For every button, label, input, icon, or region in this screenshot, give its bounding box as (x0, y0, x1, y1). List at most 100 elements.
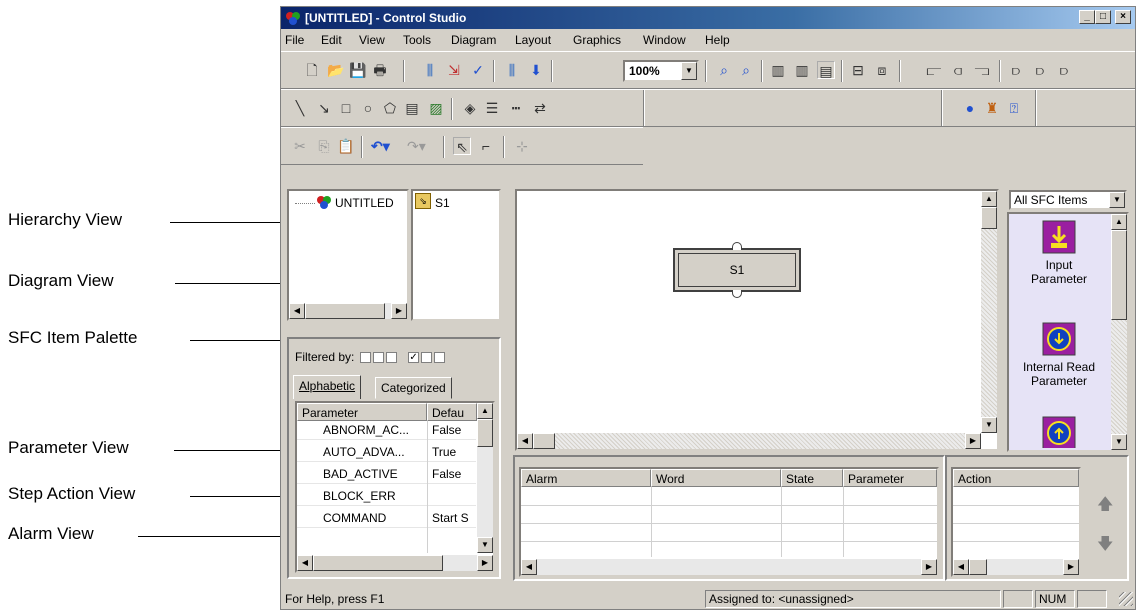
tree-item-s1[interactable]: S1 (435, 196, 450, 210)
horizontal-scrollbar[interactable]: ◀ ▶ (289, 303, 407, 319)
vertical-scrollbar[interactable]: ▲ ▼ (477, 403, 493, 553)
tab-categorized[interactable]: Categorized (375, 377, 452, 399)
column-header-parameter[interactable]: Parameter (297, 403, 427, 421)
upload-icon[interactable]: ⫼ (503, 61, 521, 79)
scroll-thumb[interactable] (305, 303, 385, 319)
menu-file[interactable]: File (285, 33, 304, 47)
menu-edit[interactable]: Edit (321, 33, 342, 47)
ellipse-icon[interactable]: ○ (359, 99, 377, 117)
download-icon[interactable]: ⇲ (445, 61, 463, 79)
scroll-right-icon[interactable]: ▶ (391, 303, 407, 319)
new-icon[interactable]: 🗋 (303, 61, 321, 79)
resize-grip-icon[interactable] (1119, 592, 1133, 606)
vertical-scrollbar[interactable]: ▲ ▼ (981, 191, 997, 433)
scroll-thumb[interactable] (981, 207, 997, 229)
table-row[interactable]: BLOCK_ERR (297, 487, 427, 506)
arrow-style-icon[interactable]: ⇄ (531, 99, 549, 117)
filter-checkbox[interactable] (434, 352, 446, 364)
save-icon[interactable]: 💾 (349, 61, 367, 79)
filter-checkbox[interactable] (372, 352, 384, 364)
table-cell[interactable]: False (428, 421, 476, 440)
open-icon[interactable]: 📂 (327, 61, 345, 79)
text-box-icon[interactable]: ▤ (403, 99, 421, 117)
scroll-up-icon[interactable]: ▲ (981, 191, 997, 207)
image-icon[interactable]: ▨ (427, 99, 445, 117)
palette-filter-select[interactable]: All SFC Items ▼ (1009, 190, 1127, 210)
table-row[interactable]: BAD_ACTIVE (297, 465, 427, 484)
panel-both-icon[interactable]: ▤ (817, 61, 835, 79)
table-cell[interactable]: True (428, 443, 476, 462)
align-top-icon[interactable]: ⫐ (1007, 61, 1025, 79)
scroll-thumb[interactable] (1111, 230, 1127, 320)
whats-this-icon[interactable]: ♜ (983, 99, 1001, 117)
zoom-in-icon[interactable]: ⌕ (737, 61, 755, 79)
chevron-down-icon[interactable]: ▼ (681, 62, 697, 80)
line-style-icon[interactable]: ┅ (507, 99, 525, 117)
cut-icon[interactable]: ✂ (291, 137, 309, 155)
column-header-action[interactable]: Action (953, 469, 1079, 487)
undo-icon[interactable]: ↶▾ (371, 137, 390, 155)
vertical-scrollbar[interactable]: ▲ ▼ (1111, 214, 1127, 450)
menu-graphics[interactable]: Graphics (573, 33, 621, 47)
down-arrow-icon[interactable]: ⬇ (527, 61, 545, 79)
horizontal-scrollbar[interactable]: ◀ ▶ (297, 555, 493, 571)
filter-checkbox[interactable] (421, 352, 433, 364)
line-icon[interactable]: ╲ (291, 99, 309, 117)
scroll-left-icon[interactable]: ◀ (521, 559, 537, 575)
align-bottom-icon[interactable]: ⫐ (1055, 61, 1073, 79)
scroll-down-icon[interactable]: ▼ (477, 537, 493, 553)
menu-layout[interactable]: Layout (515, 33, 551, 47)
palette-item-input-parameter[interactable]: Input Parameter (1009, 218, 1109, 308)
menu-view[interactable]: View (359, 33, 385, 47)
scroll-down-icon[interactable]: ▼ (1111, 434, 1127, 450)
help-icon[interactable]: ● (961, 99, 979, 117)
menu-help[interactable]: Help (705, 33, 730, 47)
zoom-out-icon[interactable]: ⌕ (715, 61, 733, 79)
column-header-state[interactable]: State (781, 469, 843, 487)
arrow-line-icon[interactable]: ↘ (315, 99, 333, 117)
menu-window[interactable]: Window (643, 33, 686, 47)
paste-icon[interactable]: 📋 (337, 137, 355, 155)
layout-icon[interactable]: ⊟ (849, 61, 867, 79)
polygon-icon[interactable]: ⬠ (381, 99, 399, 117)
horizontal-scrollbar[interactable]: ◀ ▶ (517, 433, 981, 449)
scroll-thumb[interactable] (313, 555, 443, 571)
line-weight-icon[interactable]: ☰ (483, 99, 501, 117)
redo-icon[interactable]: ↷▾ (407, 137, 426, 155)
tab-alphabetic[interactable]: Alphabetic (293, 375, 362, 399)
copy-icon[interactable]: ⎘ (315, 137, 333, 155)
chip-icon[interactable]: ⧈ (873, 61, 891, 79)
minimize-button[interactable]: _ (1079, 10, 1095, 24)
scroll-right-icon[interactable]: ▶ (1063, 559, 1079, 575)
panel-left-icon[interactable]: ▥ (769, 61, 787, 79)
step-s1[interactable]: S1 (673, 248, 801, 292)
filter-checkbox[interactable]: ✓ (408, 352, 420, 364)
verify-icon[interactable]: ✓ (469, 61, 487, 79)
zoom-select[interactable]: 100% ▼ (623, 60, 699, 82)
move-down-icon[interactable]: 🡇 (1097, 533, 1113, 560)
scroll-right-icon[interactable]: ▶ (921, 559, 937, 575)
menu-diagram[interactable]: Diagram (451, 33, 496, 47)
align-right-icon[interactable]: ⫎ (973, 61, 991, 79)
scroll-left-icon[interactable]: ◀ (297, 555, 313, 571)
close-button[interactable]: × (1115, 10, 1131, 24)
column-header-parameter[interactable]: Parameter (843, 469, 937, 487)
print-icon[interactable]: 🖶 (371, 61, 389, 79)
table-cell[interactable] (428, 487, 476, 506)
maximize-button[interactable]: □ (1095, 10, 1111, 24)
scroll-up-icon[interactable]: ▲ (1111, 214, 1127, 230)
context-help-icon[interactable]: ⍰ (1005, 99, 1023, 117)
table-cell[interactable]: Start S (428, 509, 476, 528)
scroll-left-icon[interactable]: ◀ (289, 303, 305, 319)
palette-item-internal-write-parameter[interactable] (1042, 416, 1076, 448)
node-icon[interactable]: ⊹ (513, 137, 531, 155)
align-left-icon[interactable]: ⫍ (925, 61, 943, 79)
move-up-icon[interactable]: 🡅 (1097, 493, 1113, 520)
align-middle-icon[interactable]: ⫐ (1031, 61, 1049, 79)
filter-checkbox[interactable] (385, 352, 397, 364)
tree-item-untitled[interactable]: UNTITLED (335, 196, 394, 210)
pointer-icon[interactable]: ⇖ (453, 137, 471, 155)
column-header-alarm[interactable]: Alarm (521, 469, 651, 487)
panel-right-icon[interactable]: ▥ (793, 61, 811, 79)
horizontal-scrollbar[interactable]: ◀ ▶ (521, 559, 937, 575)
